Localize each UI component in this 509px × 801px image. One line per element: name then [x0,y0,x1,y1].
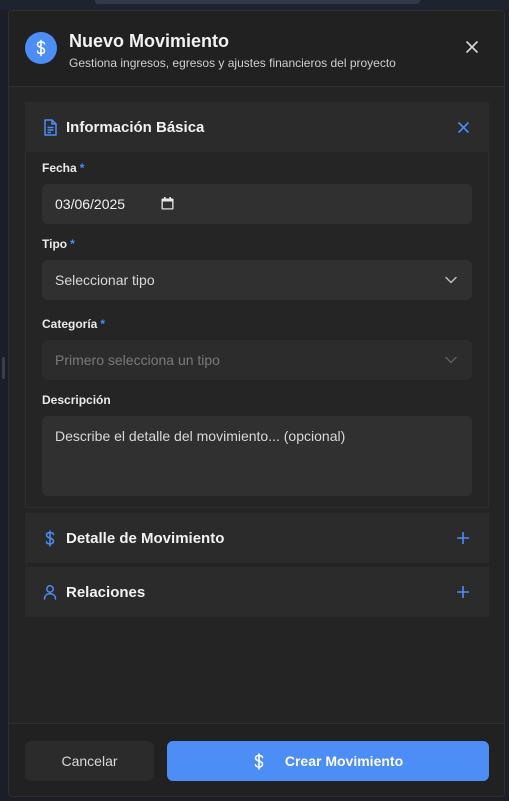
section-basic-info-header[interactable]: Información Básica [25,102,489,152]
chevron-down-icon [444,353,458,367]
categoria-select[interactable]: Primero selecciona un tipo [42,340,472,380]
fecha-label: Fecha * [42,161,85,175]
backdrop-resize-handle[interactable] [2,357,5,379]
descripcion-textarea[interactable]: Describe el detalle del movimiento... (o… [42,416,472,496]
tipo-select[interactable]: Seleccionar tipo [42,260,472,300]
section-relations[interactable]: Relaciones [25,567,489,617]
section-movement-detail-header[interactable]: Detalle de Movimiento [25,513,489,563]
cancel-button[interactable]: Cancelar [25,741,154,781]
section-basic-info: Información Básica Fecha * 03/06/2025 Ti… [25,102,489,508]
tipo-placeholder: Seleccionar tipo [55,272,155,288]
close-modal-button[interactable] [464,39,480,55]
categoria-label: Categoría * [42,317,106,331]
plus-icon [457,532,469,544]
section-movement-detail-title: Detalle de Movimiento [66,529,225,547]
tipo-label: Tipo * [42,237,75,251]
collapse-basic-info-button[interactable] [455,119,471,135]
modal-subtitle: Gestiona ingresos, egresos y ajustes fin… [69,56,396,70]
section-basic-info-title: Información Básica [66,118,205,136]
document-icon [41,118,59,136]
modal-header: Nuevo Movimiento Gestiona ingresos, egre… [9,11,504,87]
fecha-date-input[interactable]: 03/06/2025 [42,184,472,224]
dollar-icon [253,752,267,770]
section-relations-header[interactable]: Relaciones [25,567,489,617]
chevron-down-icon [444,273,458,287]
fecha-value: 03/06/2025 [55,196,126,212]
plus-icon [457,586,469,598]
section-basic-info-body: Fecha * 03/06/2025 Tipo * Seleccionar tipo [25,152,489,508]
close-icon [466,41,478,53]
descripcion-label: Descripción [42,393,111,407]
backdrop-scroll-indicator [95,0,420,4]
modal-footer: Cancelar Crear Movimiento [9,723,504,796]
expand-movement-detail-button[interactable] [455,530,471,546]
section-movement-detail[interactable]: Detalle de Movimiento [25,513,489,563]
create-movement-button[interactable]: Crear Movimiento [167,741,489,781]
modal-title: Nuevo Movimiento [69,31,230,51]
close-icon [457,121,469,133]
user-icon [41,583,59,601]
calendar-icon[interactable] [161,197,174,210]
categoria-placeholder: Primero selecciona un tipo [55,352,220,368]
dollar-icon [25,32,57,64]
section-relations-title: Relaciones [66,583,146,601]
dollar-icon [41,529,59,547]
new-movement-modal: Nuevo Movimiento Gestiona ingresos, egre… [8,10,505,797]
descripcion-placeholder: Describe el detalle del movimiento... (o… [55,428,346,444]
expand-relations-button[interactable] [455,584,471,600]
create-movement-label: Crear Movimiento [284,753,404,769]
